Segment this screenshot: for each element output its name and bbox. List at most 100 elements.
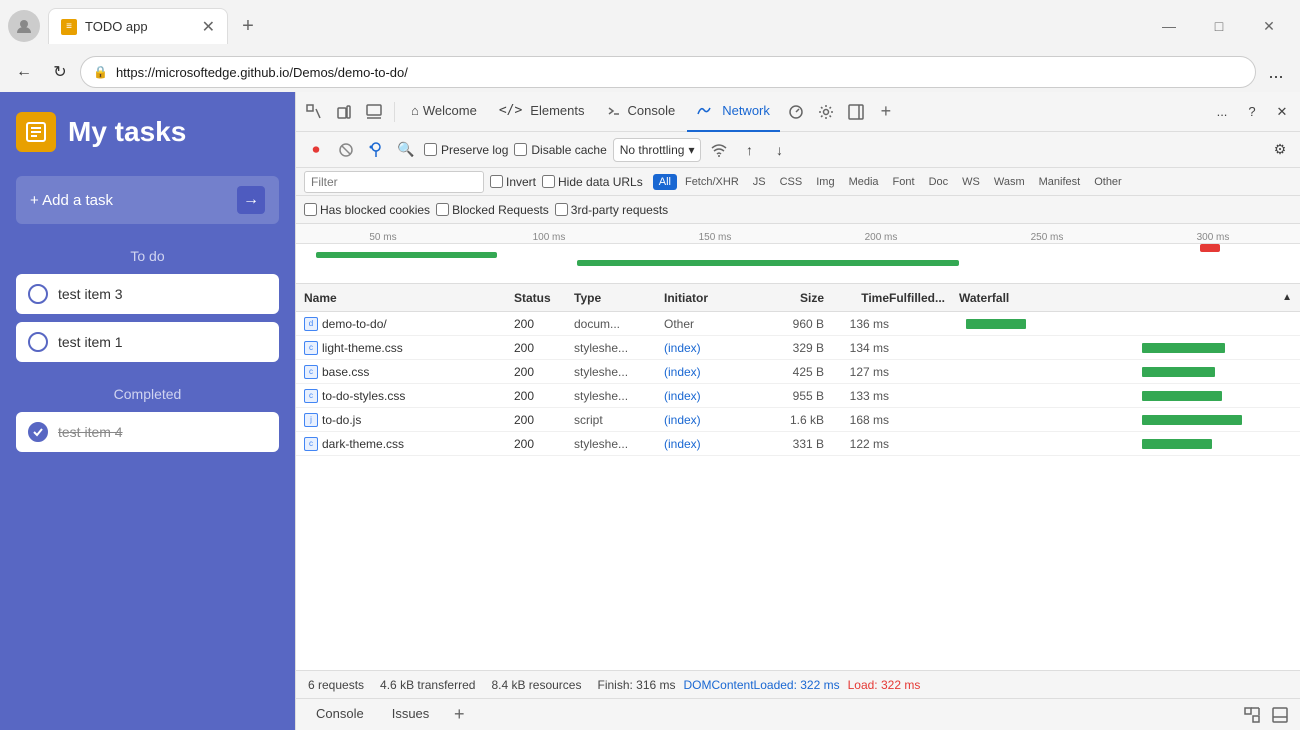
file-icon-2: c bbox=[304, 341, 318, 355]
file-icon-4: c bbox=[304, 389, 318, 403]
preserve-log-checkbox[interactable]: Preserve log bbox=[424, 143, 508, 157]
ruler-mark-250: 250 ms bbox=[964, 232, 1130, 243]
devtools-close-button[interactable]: ✕ bbox=[1268, 98, 1296, 126]
filter-media[interactable]: Media bbox=[843, 174, 885, 190]
col-header-status: Status bbox=[514, 291, 574, 305]
table-row[interactable]: j to-do.js 200 script (index) 1.6 kB 168… bbox=[296, 408, 1300, 432]
network-table: Name Status Type Initiator Size Time Ful… bbox=[296, 284, 1300, 670]
devtools-help-button[interactable]: ? bbox=[1238, 98, 1266, 126]
table-row[interactable]: c to-do-styles.css 200 styleshe... (inde… bbox=[296, 384, 1300, 408]
task-checkbox-3[interactable] bbox=[28, 422, 48, 442]
task-text-3: test item 4 bbox=[58, 424, 123, 440]
table-row[interactable]: d demo-to-do/ 200 docum... Other 960 B 1… bbox=[296, 312, 1300, 336]
col-header-initiator: Initiator bbox=[664, 291, 754, 305]
fetch-filter-button[interactable] bbox=[364, 138, 388, 162]
tab-bar: ≡ TODO app ✕ + bbox=[48, 8, 1146, 44]
wifi-icon-button[interactable] bbox=[707, 138, 731, 162]
screen-reader-button[interactable] bbox=[360, 98, 388, 126]
settings-button[interactable] bbox=[812, 98, 840, 126]
has-blocked-cookies-checkbox[interactable]: Has blocked cookies bbox=[304, 203, 430, 217]
task-item-1[interactable]: test item 3 bbox=[16, 274, 279, 314]
waterfall-sort-icon: ▲ bbox=[1282, 292, 1292, 303]
device-toolbar-button[interactable] bbox=[330, 98, 358, 126]
task-checkbox-1[interactable] bbox=[28, 284, 48, 304]
col-header-name: Name bbox=[304, 291, 514, 305]
col-header-time: Time bbox=[824, 291, 889, 305]
status-dom: DOMContentLoaded: 322 ms bbox=[684, 678, 840, 692]
tab-network[interactable]: Network bbox=[687, 92, 780, 132]
filter-font[interactable]: Font bbox=[887, 174, 921, 190]
throttle-dropdown[interactable]: No throttling ▾ bbox=[613, 138, 702, 162]
add-task-label: + Add a task bbox=[30, 192, 113, 209]
tab-close-button[interactable]: ✕ bbox=[202, 17, 215, 37]
clear-button[interactable] bbox=[334, 138, 358, 162]
tab-welcome[interactable]: ⌂ Welcome bbox=[401, 92, 487, 132]
elements-icon: </> bbox=[499, 103, 522, 118]
download-button[interactable]: ↓ bbox=[767, 138, 791, 162]
inspect-element-button[interactable] bbox=[300, 98, 328, 126]
url-bar[interactable]: 🔒 https://microsoftedge.github.io/Demos/… bbox=[80, 56, 1256, 88]
filter-ws[interactable]: WS bbox=[956, 174, 986, 190]
add-bottom-tab-button[interactable]: + bbox=[445, 701, 473, 729]
filter-img[interactable]: Img bbox=[810, 174, 840, 190]
lock-icon: 🔒 bbox=[93, 65, 108, 79]
filter-css[interactable]: CSS bbox=[774, 174, 809, 190]
tab-console[interactable]: Console bbox=[597, 92, 686, 132]
close-button[interactable]: ✕ bbox=[1246, 10, 1292, 42]
devtools-panel: ⌂ Welcome </> Elements Console Network bbox=[295, 92, 1300, 730]
dock-bottom-button[interactable] bbox=[1268, 703, 1292, 727]
cell-name-1: d demo-to-do/ bbox=[304, 317, 514, 331]
disable-cache-checkbox[interactable]: Disable cache bbox=[514, 143, 606, 157]
file-icon-3: c bbox=[304, 365, 318, 379]
bottom-tab-bar: Console Issues + bbox=[296, 698, 1300, 730]
upload-button[interactable]: ↑ bbox=[737, 138, 761, 162]
invert-checkbox[interactable]: Invert bbox=[490, 175, 536, 189]
table-row[interactable]: c dark-theme.css 200 styleshe... (index)… bbox=[296, 432, 1300, 456]
undock-button[interactable] bbox=[1240, 703, 1264, 727]
browser-more-button[interactable]: ... bbox=[1260, 56, 1292, 88]
browser-tab[interactable]: ≡ TODO app ✕ bbox=[48, 8, 228, 44]
filter-all[interactable]: All bbox=[653, 174, 677, 190]
table-row[interactable]: c light-theme.css 200 styleshe... (index… bbox=[296, 336, 1300, 360]
new-tab-button[interactable]: + bbox=[232, 10, 264, 42]
bottom-tab-console[interactable]: Console bbox=[304, 701, 376, 729]
task-checkbox-2[interactable] bbox=[28, 332, 48, 352]
blocked-requests-checkbox[interactable]: Blocked Requests bbox=[436, 203, 549, 217]
tab-title: TODO app bbox=[85, 19, 194, 34]
search-network-button[interactable]: 🔍 bbox=[394, 138, 418, 162]
maximize-button[interactable]: □ bbox=[1196, 10, 1242, 42]
filter-other[interactable]: Other bbox=[1088, 174, 1128, 190]
performance-button[interactable] bbox=[782, 98, 810, 126]
col-header-size: Size bbox=[754, 291, 824, 305]
timeline-marker bbox=[1200, 244, 1220, 252]
waterfall-bar-2 bbox=[1142, 343, 1225, 353]
table-row[interactable]: c base.css 200 styleshe... (index) 425 B… bbox=[296, 360, 1300, 384]
cell-name-2: c light-theme.css bbox=[304, 341, 514, 355]
devtools-more-button[interactable]: ... bbox=[1208, 98, 1236, 126]
add-task-button[interactable]: + Add a task → bbox=[16, 176, 279, 224]
refresh-button[interactable]: ↻ bbox=[44, 56, 76, 88]
network-settings-button[interactable]: ⚙ bbox=[1268, 138, 1292, 162]
tab-elements[interactable]: </> Elements bbox=[489, 92, 595, 132]
sidebar-toggle-button[interactable] bbox=[842, 98, 870, 126]
profile-icon[interactable] bbox=[8, 10, 40, 42]
todo-app-title: My tasks bbox=[68, 116, 186, 148]
add-panel-button[interactable]: + bbox=[872, 98, 900, 126]
bottom-tab-issues[interactable]: Issues bbox=[380, 701, 442, 729]
filter-doc[interactable]: Doc bbox=[923, 174, 955, 190]
hide-data-urls-checkbox[interactable]: Hide data URLs bbox=[542, 175, 643, 189]
task-item-2[interactable]: test item 1 bbox=[16, 322, 279, 362]
back-button[interactable]: ← bbox=[8, 56, 40, 88]
filter-wasm[interactable]: Wasm bbox=[988, 174, 1031, 190]
cell-name-4: c to-do-styles.css bbox=[304, 389, 514, 403]
filter-js[interactable]: JS bbox=[747, 174, 772, 190]
minimize-button[interactable]: — bbox=[1146, 10, 1192, 42]
record-button[interactable]: ⏺ bbox=[304, 138, 328, 162]
filter-manifest[interactable]: Manifest bbox=[1033, 174, 1087, 190]
task-item-3[interactable]: test item 4 bbox=[16, 412, 279, 452]
filter-input[interactable] bbox=[304, 171, 484, 193]
third-party-checkbox[interactable]: 3rd-party requests bbox=[555, 203, 668, 217]
filter-bar: Invert Hide data URLs All Fetch/XHR JS C… bbox=[296, 168, 1300, 196]
filter-fetch-xhr[interactable]: Fetch/XHR bbox=[679, 174, 745, 190]
waterfall-bar-3 bbox=[1142, 367, 1215, 377]
